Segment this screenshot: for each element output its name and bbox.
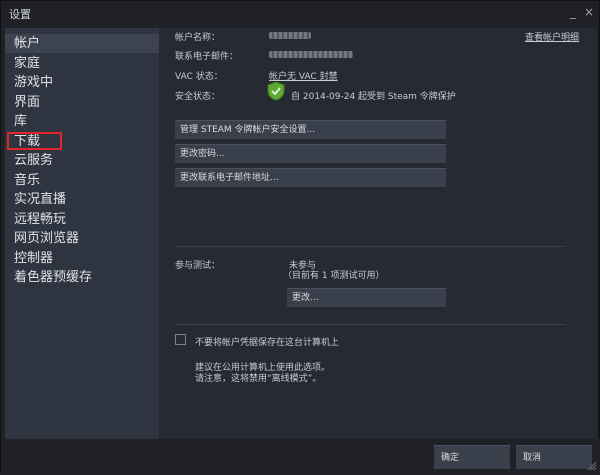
- sidebar-item-in-game[interactable]: 游戏中: [5, 73, 159, 92]
- contact-email-value-redacted: [269, 51, 353, 58]
- section-divider: [175, 246, 566, 247]
- credentials-hint-line-2: 请注意，这将禁用“离线模式”。: [195, 374, 322, 384]
- account-name-value-redacted: [269, 32, 311, 39]
- contact-email-label: 联系电子邮件：: [175, 52, 239, 62]
- window-title: 设置: [9, 8, 31, 21]
- account-name-label: 帐户名称：: [175, 33, 221, 43]
- title-bar: 设置 _ ×: [1, 1, 600, 25]
- close-button[interactable]: ×: [581, 3, 597, 21]
- sidebar-item-music[interactable]: 音乐: [5, 171, 159, 190]
- account-panel: 帐户名称： 查看帐户明细 联系电子邮件： VAC 状态： 帐户无 VAC 封禁 …: [159, 28, 597, 439]
- beta-available-note: （目前有 1 项测试可用）: [283, 271, 385, 281]
- sidebar-item-cloud[interactable]: 云服务: [5, 151, 159, 170]
- minimize-button[interactable]: _: [565, 3, 581, 21]
- sidebar-item-account[interactable]: 帐户: [5, 34, 159, 53]
- change-beta-button[interactable]: 更改...: [287, 288, 446, 307]
- sidebar-item-family[interactable]: 家庭: [5, 54, 159, 73]
- dont-save-credentials-checkbox[interactable]: [175, 334, 186, 345]
- settings-window: 设置 _ × 帐户 家庭 游戏中 界面 库 下载 云服务 音乐 实况直播 远程畅…: [0, 0, 600, 475]
- sidebar-item-interface[interactable]: 界面: [5, 93, 159, 112]
- sidebar-item-web-browser[interactable]: 网页浏览器: [5, 229, 159, 248]
- resize-grip-icon[interactable]: [587, 461, 597, 471]
- manage-steam-guard-button[interactable]: 管理 STEAM 令牌帐户安全设置...: [175, 120, 446, 139]
- change-contact-email-button[interactable]: 更改联系电子邮件地址...: [175, 168, 446, 187]
- ok-button[interactable]: 确定: [434, 445, 510, 469]
- steam-guard-shield-icon: [267, 81, 285, 101]
- sidebar-item-remote-play[interactable]: 远程畅玩: [5, 210, 159, 229]
- change-password-button[interactable]: 更改密码...: [175, 144, 446, 163]
- security-status-value: 自 2014-09-24 起受到 Steam 令牌保护: [291, 92, 456, 102]
- cancel-button[interactable]: 取消: [516, 445, 592, 469]
- view-account-details-link[interactable]: 查看帐户明细: [525, 30, 579, 43]
- sidebar-item-broadcasting[interactable]: 实况直播: [5, 190, 159, 209]
- sidebar-item-downloads[interactable]: 下载: [5, 132, 159, 151]
- sidebar-item-shader-cache[interactable]: 着色器预缓存: [5, 268, 159, 287]
- dialog-footer: [1, 439, 600, 475]
- sidebar-item-library[interactable]: 库: [5, 112, 159, 131]
- security-status-label: 安全状态：: [175, 92, 221, 102]
- section-divider-2: [175, 324, 566, 325]
- dont-save-credentials-label: 不要将帐户凭据保存在这台计算机上: [195, 338, 340, 348]
- vac-status-label: VAC 状态：: [175, 72, 223, 82]
- beta-participation-label: 参与测试：: [175, 261, 221, 271]
- sidebar-item-controller[interactable]: 控制器: [5, 249, 159, 268]
- settings-sidebar: 帐户 家庭 游戏中 界面 库 下载 云服务 音乐 实况直播 远程畅玩 网页浏览器…: [5, 28, 159, 439]
